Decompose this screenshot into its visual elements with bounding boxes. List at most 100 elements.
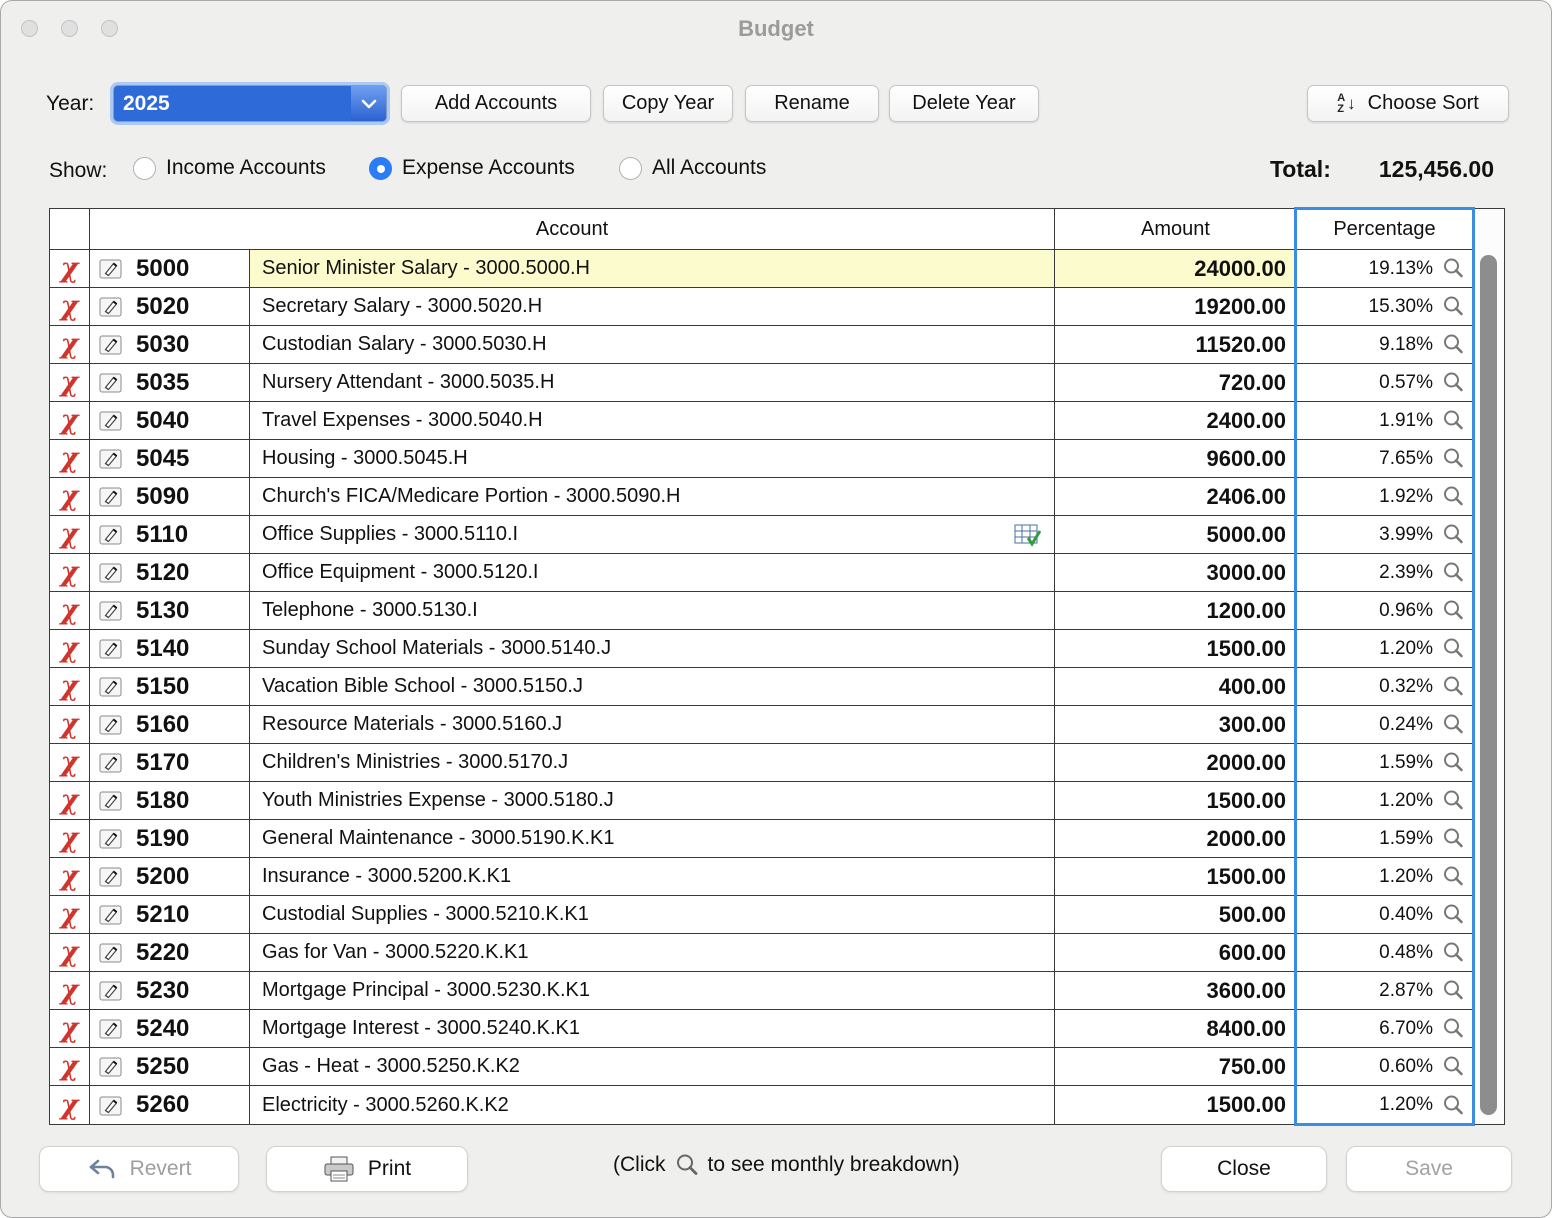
radio-circle[interactable] bbox=[619, 157, 642, 180]
table-row[interactable]: χ 5210 Custodial Supplies - 3000.5210.K.… bbox=[50, 896, 1472, 934]
table-row[interactable]: χ 5110 Office Supplies - 3000.5110.I 500… bbox=[50, 516, 1472, 554]
edit-icon[interactable] bbox=[99, 600, 122, 621]
delete-row-icon[interactable]: χ bbox=[61, 521, 79, 548]
edit-icon[interactable] bbox=[99, 790, 122, 811]
edit-icon[interactable] bbox=[99, 410, 122, 431]
delete-row-icon[interactable]: χ bbox=[61, 939, 79, 966]
delete-row-icon[interactable]: χ bbox=[61, 1015, 79, 1042]
amount-cell[interactable]: 2000.00 bbox=[1055, 744, 1297, 781]
amount-cell[interactable]: 2400.00 bbox=[1055, 402, 1297, 439]
table-row[interactable]: χ 5250 Gas - Heat - 3000.5250.K.K2 750.0… bbox=[50, 1048, 1472, 1086]
delete-row-icon[interactable]: χ bbox=[61, 787, 79, 814]
edit-icon[interactable] bbox=[99, 828, 122, 849]
edit-icon[interactable] bbox=[99, 942, 122, 963]
delete-row-icon[interactable]: χ bbox=[61, 635, 79, 662]
amount-cell[interactable]: 600.00 bbox=[1055, 934, 1297, 971]
radio-circle[interactable] bbox=[133, 157, 156, 180]
monthly-breakdown-icon[interactable] bbox=[1442, 1055, 1465, 1078]
revert-button[interactable]: Revert bbox=[39, 1146, 239, 1192]
edit-icon[interactable] bbox=[99, 372, 122, 393]
table-row[interactable]: χ 5240 Mortgage Interest - 3000.5240.K.K… bbox=[50, 1010, 1472, 1048]
amount-cell[interactable]: 19200.00 bbox=[1055, 288, 1297, 325]
monthly-breakdown-icon[interactable] bbox=[1442, 371, 1465, 394]
edit-icon[interactable] bbox=[99, 1095, 122, 1116]
delete-row-icon[interactable]: χ bbox=[61, 445, 79, 472]
monthly-breakdown-icon[interactable] bbox=[1442, 561, 1465, 584]
table-row[interactable]: χ 5200 Insurance - 3000.5200.K.K1 1500.0… bbox=[50, 858, 1472, 896]
table-row[interactable]: χ 5040 Travel Expenses - 3000.5040.H 240… bbox=[50, 402, 1472, 440]
delete-row-icon[interactable]: χ bbox=[61, 711, 79, 738]
zoom-window-button[interactable] bbox=[101, 20, 118, 37]
amount-cell[interactable]: 500.00 bbox=[1055, 896, 1297, 933]
table-row[interactable]: χ 5030 Custodian Salary - 3000.5030.H 11… bbox=[50, 326, 1472, 364]
table-row[interactable]: χ 5120 Office Equipment - 3000.5120.I 30… bbox=[50, 554, 1472, 592]
table-row[interactable]: χ 5090 Church's FICA/Medicare Portion - … bbox=[50, 478, 1472, 516]
monthly-breakdown-icon[interactable] bbox=[1442, 675, 1465, 698]
table-row[interactable]: χ 5020 Secretary Salary - 3000.5020.H 19… bbox=[50, 288, 1472, 326]
delete-row-icon[interactable]: χ bbox=[61, 863, 79, 890]
monthly-breakdown-icon[interactable] bbox=[1442, 295, 1465, 318]
table-row[interactable]: χ 5260 Electricity - 3000.5260.K.K2 1500… bbox=[50, 1086, 1472, 1124]
edit-icon[interactable] bbox=[99, 1056, 122, 1077]
header-percentage[interactable]: Percentage bbox=[1297, 209, 1472, 249]
add-accounts-button[interactable]: Add Accounts bbox=[401, 85, 591, 122]
table-row[interactable]: χ 5045 Housing - 3000.5045.H 9600.00 7.6… bbox=[50, 440, 1472, 478]
edit-icon[interactable] bbox=[99, 714, 122, 735]
edit-icon[interactable] bbox=[99, 334, 122, 355]
chevron-down-icon[interactable] bbox=[351, 86, 386, 121]
year-value[interactable]: 2025 bbox=[114, 86, 351, 121]
edit-icon[interactable] bbox=[99, 904, 122, 925]
amount-cell[interactable]: 750.00 bbox=[1055, 1048, 1297, 1085]
table-row[interactable]: χ 5000 Senior Minister Salary - 3000.500… bbox=[50, 250, 1472, 288]
rename-button[interactable]: Rename bbox=[745, 85, 879, 122]
save-button[interactable]: Save bbox=[1346, 1146, 1512, 1192]
table-row[interactable]: χ 5190 General Maintenance - 3000.5190.K… bbox=[50, 820, 1472, 858]
amount-cell[interactable]: 8400.00 bbox=[1055, 1010, 1297, 1047]
monthly-breakdown-icon[interactable] bbox=[1442, 827, 1465, 850]
table-row[interactable]: χ 5130 Telephone - 3000.5130.I 1200.00 0… bbox=[50, 592, 1472, 630]
edit-icon[interactable] bbox=[99, 296, 122, 317]
edit-icon[interactable] bbox=[99, 1018, 122, 1039]
monthly-breakdown-icon[interactable] bbox=[1442, 751, 1465, 774]
edit-icon[interactable] bbox=[99, 638, 122, 659]
amount-cell[interactable]: 1500.00 bbox=[1055, 782, 1297, 819]
monthly-breakdown-icon[interactable] bbox=[1442, 865, 1465, 888]
delete-row-icon[interactable]: χ bbox=[61, 749, 79, 776]
delete-row-icon[interactable]: χ bbox=[61, 559, 79, 586]
edit-icon[interactable] bbox=[99, 866, 122, 887]
monthly-breakdown-icon[interactable] bbox=[1442, 333, 1465, 356]
monthly-breakdown-icon[interactable] bbox=[1442, 447, 1465, 470]
minimize-window-button[interactable] bbox=[61, 20, 78, 37]
delete-row-icon[interactable]: χ bbox=[61, 331, 79, 358]
delete-row-icon[interactable]: χ bbox=[61, 1092, 79, 1119]
print-button[interactable]: Print bbox=[266, 1146, 468, 1192]
monthly-breakdown-icon[interactable] bbox=[1442, 941, 1465, 964]
edit-icon[interactable] bbox=[99, 676, 122, 697]
monthly-breakdown-icon[interactable] bbox=[1442, 1094, 1465, 1117]
edit-icon[interactable] bbox=[99, 486, 122, 507]
radio-all-accounts[interactable]: All Accounts bbox=[619, 156, 766, 180]
vertical-scrollbar[interactable] bbox=[1472, 209, 1504, 1124]
radio-expense-accounts[interactable]: Expense Accounts bbox=[369, 156, 575, 180]
table-row[interactable]: χ 5160 Resource Materials - 3000.5160.J … bbox=[50, 706, 1472, 744]
delete-row-icon[interactable]: χ bbox=[61, 483, 79, 510]
delete-row-icon[interactable]: χ bbox=[61, 901, 79, 928]
delete-row-icon[interactable]: χ bbox=[61, 673, 79, 700]
close-window-button[interactable] bbox=[21, 20, 38, 37]
amount-cell[interactable]: 2406.00 bbox=[1055, 478, 1297, 515]
table-row[interactable]: χ 5035 Nursery Attendant - 3000.5035.H 7… bbox=[50, 364, 1472, 402]
monthly-breakdown-icon[interactable] bbox=[1442, 523, 1465, 546]
edit-icon[interactable] bbox=[99, 258, 122, 279]
monthly-breakdown-icon[interactable] bbox=[1442, 409, 1465, 432]
table-row[interactable]: χ 5150 Vacation Bible School - 3000.5150… bbox=[50, 668, 1472, 706]
amount-cell[interactable]: 5000.00 bbox=[1055, 516, 1297, 553]
edit-icon[interactable] bbox=[99, 980, 122, 1001]
delete-row-icon[interactable]: χ bbox=[61, 293, 79, 320]
close-button[interactable]: Close bbox=[1161, 1146, 1327, 1192]
amount-cell[interactable]: 24000.00 bbox=[1055, 250, 1297, 287]
delete-row-icon[interactable]: χ bbox=[61, 1053, 79, 1080]
amount-cell[interactable]: 3600.00 bbox=[1055, 972, 1297, 1009]
amount-cell[interactable]: 2000.00 bbox=[1055, 820, 1297, 857]
header-account[interactable]: Account bbox=[90, 209, 1055, 249]
table-row[interactable]: χ 5220 Gas for Van - 3000.5220.K.K1 600.… bbox=[50, 934, 1472, 972]
